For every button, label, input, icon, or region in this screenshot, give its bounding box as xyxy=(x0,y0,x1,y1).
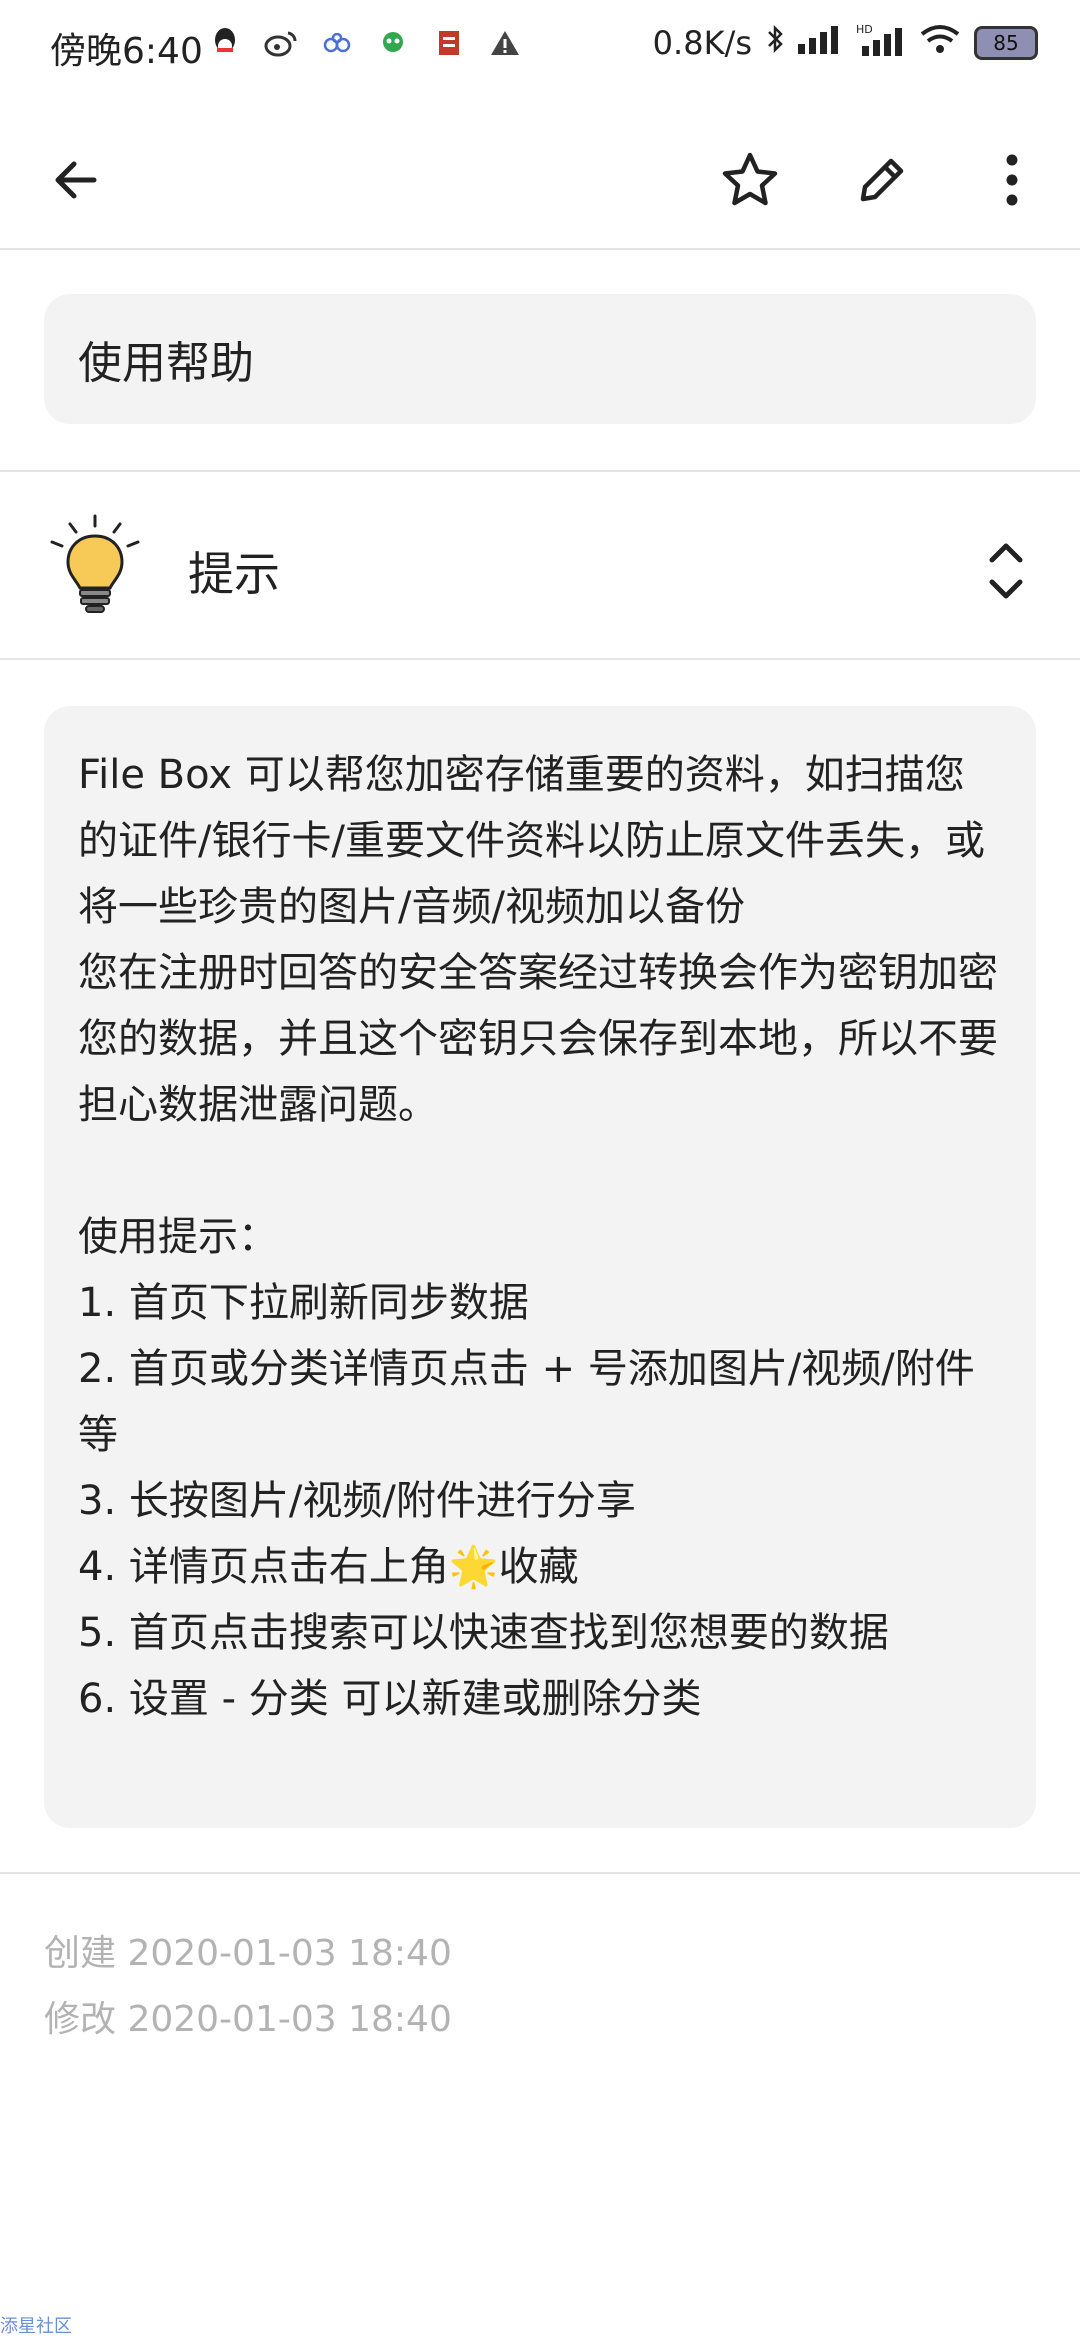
weibo-icon xyxy=(264,26,298,60)
note-title-field[interactable]: 使用帮助 xyxy=(44,294,1036,424)
created-timestamp: 创建 2020-01-03 18:40 xyxy=(44,1933,452,1974)
lightbulb-icon xyxy=(50,514,140,613)
calendar-icon xyxy=(432,26,466,60)
content-divider xyxy=(0,1872,1080,1874)
hd-signal-icon: HD xyxy=(856,22,906,64)
more-options-button[interactable] xyxy=(972,140,1052,220)
toolbar xyxy=(0,110,1080,250)
favorite-button[interactable] xyxy=(710,140,790,220)
category-label: 提示 xyxy=(188,547,280,601)
category-divider xyxy=(0,658,1080,660)
more-vertical-icon xyxy=(1006,154,1018,206)
status-time: 傍晚6:40 xyxy=(50,31,203,72)
note-title: 使用帮助 xyxy=(78,338,254,389)
note-content-field[interactable]: File Box 可以帮您加密存储重要的资料，如扫描您的证件/银行卡/重要文件资… xyxy=(44,706,1036,1828)
toolbar-divider xyxy=(0,248,1080,250)
app-icon xyxy=(320,26,354,60)
status-right: 0.8K/s HD 85 xyxy=(653,22,1038,64)
edit-button[interactable] xyxy=(842,140,922,220)
battery-level: 85 xyxy=(993,31,1019,55)
title-divider xyxy=(0,470,1080,472)
network-speed: 0.8K/s xyxy=(652,24,752,62)
expand-collapse-icon xyxy=(989,543,1023,599)
bluetooth-icon xyxy=(766,24,784,62)
watermark: 添星社区 xyxy=(0,2316,72,2337)
category-selector[interactable]: 提示 xyxy=(0,476,1080,658)
pencil-icon xyxy=(860,158,904,202)
notification-icons xyxy=(208,26,522,60)
warning-icon xyxy=(488,26,522,60)
status-bar: 傍晚6:40 0.8K/s HD 85 xyxy=(0,0,1080,96)
modified-timestamp: 修改 2020-01-03 18:40 xyxy=(44,1999,452,2040)
back-button[interactable] xyxy=(36,140,116,220)
star-outline-icon xyxy=(722,152,778,206)
battery-icon: 85 xyxy=(974,26,1038,60)
wifi-icon xyxy=(920,24,960,62)
arrow-left-icon xyxy=(55,161,97,199)
alien-icon xyxy=(376,26,410,60)
signal-icon xyxy=(798,24,842,62)
svg-text:HD: HD xyxy=(856,23,873,36)
note-content: File Box 可以帮您加密存储重要的资料，如扫描您的证件/银行卡/重要文件资… xyxy=(78,752,998,1722)
qq-icon xyxy=(208,26,242,60)
